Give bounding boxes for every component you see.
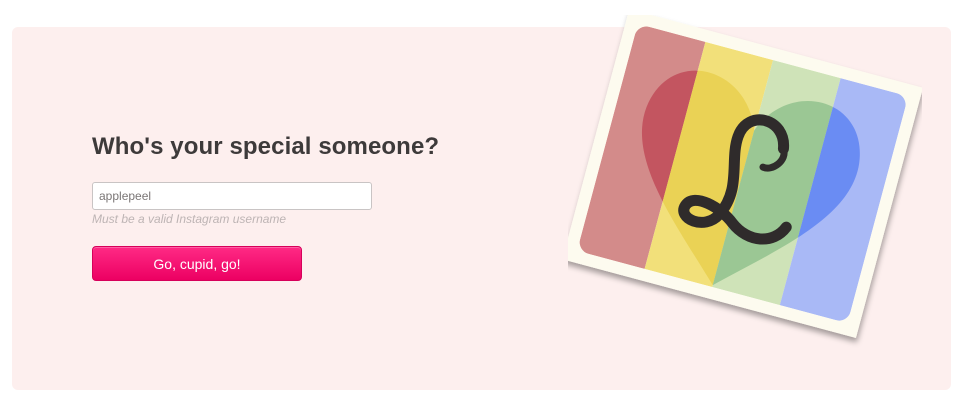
- go-cupid-button[interactable]: Go, cupid, go!: [92, 246, 302, 281]
- page-title: Who's your special someone?: [92, 133, 440, 160]
- instagram-username-input[interactable]: [92, 182, 372, 210]
- app-logo: [562, 9, 923, 353]
- username-hint: Must be a valid Instagram username: [92, 212, 287, 226]
- rainbow-heart-logo-icon: [562, 9, 923, 338]
